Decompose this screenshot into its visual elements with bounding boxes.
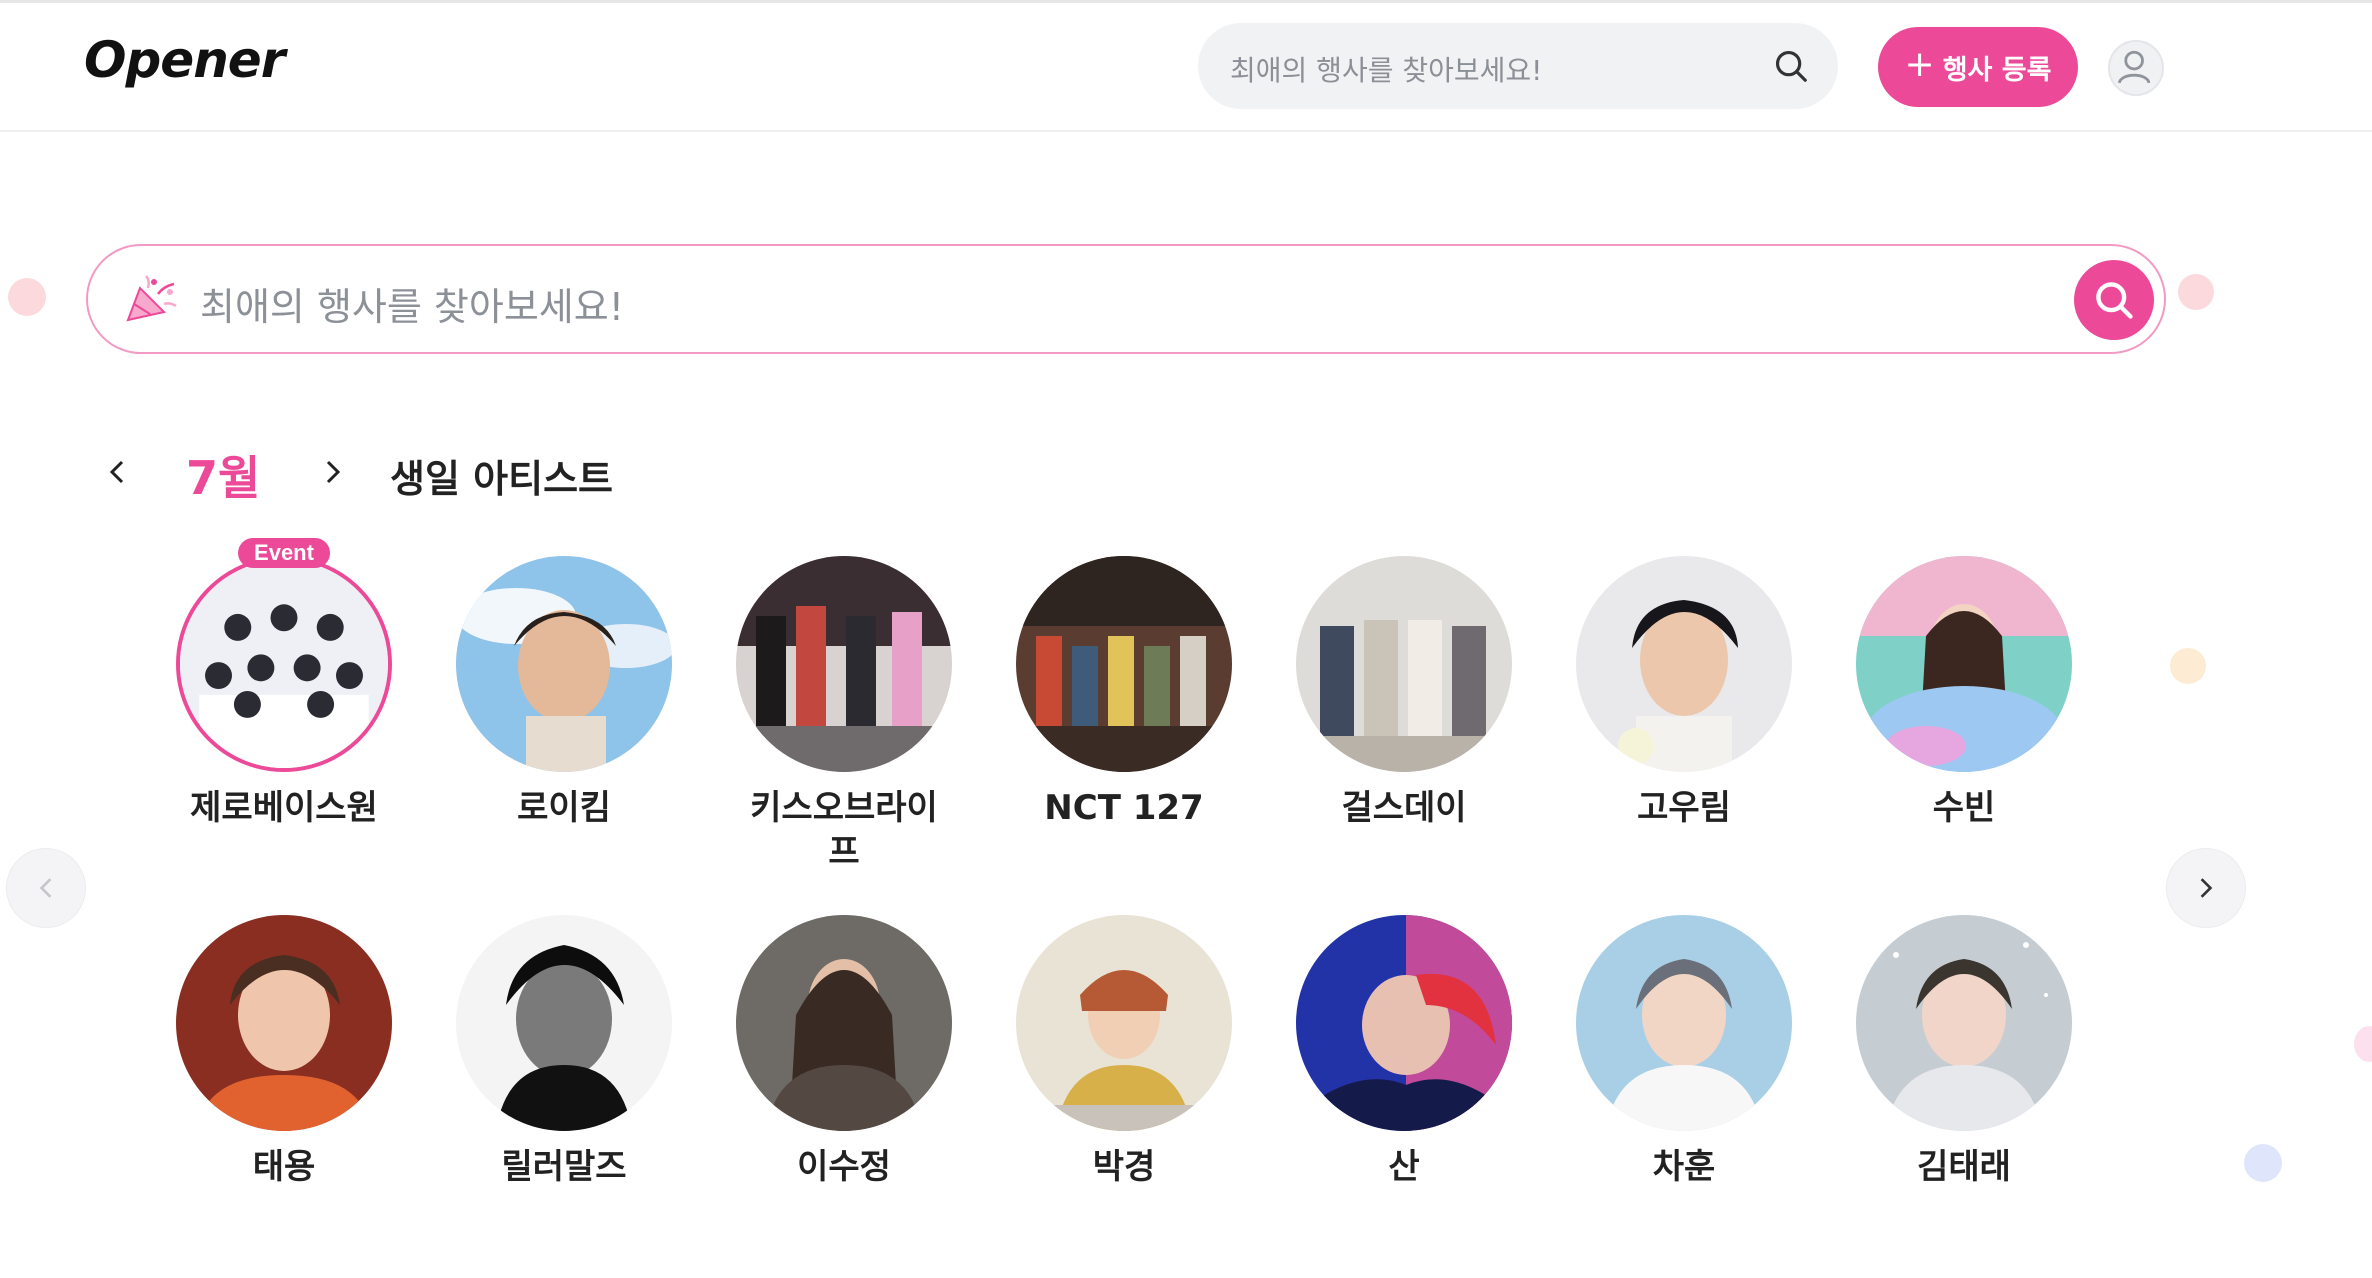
artist-card[interactable]: 로이킴: [444, 556, 684, 830]
artist-card[interactable]: 산: [1284, 915, 1524, 1189]
artist-name: 릴러말즈: [501, 1147, 627, 1187]
artist-photo: [456, 556, 672, 772]
artist-name: 고우림: [1637, 788, 1731, 828]
chevron-right-icon: [2200, 878, 2213, 898]
artist-card[interactable]: NCT 127: [1004, 556, 1244, 830]
plus-icon: +: [1904, 44, 1935, 85]
add-event-label: 행사 등록: [1942, 54, 2052, 86]
hero-search-button[interactable]: [2074, 260, 2154, 340]
artist-photo: [1296, 915, 1512, 1131]
artist-card[interactable]: 차훈: [1564, 915, 1804, 1189]
chevron-left-icon: [39, 878, 52, 898]
artist-name: 박경: [1092, 1147, 1156, 1187]
artist-card[interactable]: Event 제로베이스원: [164, 538, 404, 830]
artist-photo: [176, 556, 392, 772]
party-popper-icon: [126, 275, 177, 322]
decor-dot: [2170, 648, 2206, 684]
artist-card[interactable]: 수빈: [1844, 556, 2084, 830]
decor-dot: [8, 278, 46, 316]
carousel-prev-button[interactable]: [6, 848, 86, 928]
artist-photo: [1576, 556, 1792, 772]
carousel-next-button[interactable]: [2166, 848, 2246, 928]
artist-photo: [456, 915, 672, 1131]
artist-name: 걸스데이: [1341, 788, 1467, 828]
artist-card[interactable]: 키스오브라이프: [724, 556, 964, 874]
artist-card[interactable]: 고우림: [1564, 556, 1804, 830]
artist-name: 태용: [252, 1147, 316, 1187]
add-event-button[interactable]: + 행사 등록: [1878, 27, 2078, 107]
header-search-placeholder: 최애의 행사를 찾아보세요!: [1230, 54, 1543, 87]
artist-card[interactable]: 김태래: [1844, 915, 2084, 1189]
site-header: Opener 최애의 행사를 찾아보세요! + 행사 등록: [0, 3, 2372, 132]
artist-photo: [176, 915, 392, 1131]
chevron-right-icon[interactable]: [316, 450, 350, 494]
hero-search-input[interactable]: 최애의 행사를 찾아보세요!: [86, 244, 2166, 354]
hero-search-placeholder: 최애의 행사를 찾아보세요!: [200, 285, 624, 329]
artist-name: NCT 127: [1044, 788, 1204, 828]
profile-button[interactable]: [2108, 40, 2164, 96]
artist-name: 이수정: [797, 1147, 891, 1187]
artist-card[interactable]: 이수정: [724, 915, 964, 1189]
artist-name: 차훈: [1652, 1147, 1716, 1187]
artist-name: 제로베이스원: [190, 788, 378, 828]
artist-photo: [736, 915, 952, 1131]
artist-name: 키스오브라이프: [750, 788, 938, 872]
decor-dot: [2178, 274, 2214, 310]
decor-dot: [2354, 1026, 2372, 1062]
artist-photo: [1856, 915, 2072, 1131]
artist-name: 김태래: [1917, 1147, 2011, 1187]
event-badge: Event: [238, 538, 330, 568]
decor-dot: [2244, 1144, 2282, 1182]
header-search-input[interactable]: 최애의 행사를 찾아보세요!: [1198, 23, 1838, 109]
search-icon[interactable]: [1772, 47, 1810, 85]
artist-card[interactable]: 릴러말즈: [444, 915, 684, 1189]
artist-card[interactable]: 박경: [1004, 915, 1244, 1189]
artist-card[interactable]: 걸스데이: [1284, 556, 1524, 830]
artist-photo: [1576, 915, 1792, 1131]
artist-photo: [736, 556, 952, 772]
search-icon: [2096, 282, 2133, 319]
artist-name: 수빈: [1932, 788, 1996, 828]
artist-name: 산: [1388, 1147, 1420, 1187]
chevron-left-icon[interactable]: [100, 450, 134, 494]
section-title: 생일 아티스트: [390, 457, 613, 501]
artist-photo: [1016, 915, 1232, 1131]
artist-photo: [1016, 556, 1232, 772]
user-icon: [2117, 50, 2151, 84]
month-label: 7월: [186, 451, 261, 505]
artist-photo: [1856, 556, 2072, 772]
artist-photo: [1296, 556, 1512, 772]
artist-card[interactable]: 태용: [164, 915, 404, 1189]
opener-logo[interactable]: Opener: [84, 31, 285, 89]
artist-name: 로이킴: [517, 788, 611, 828]
